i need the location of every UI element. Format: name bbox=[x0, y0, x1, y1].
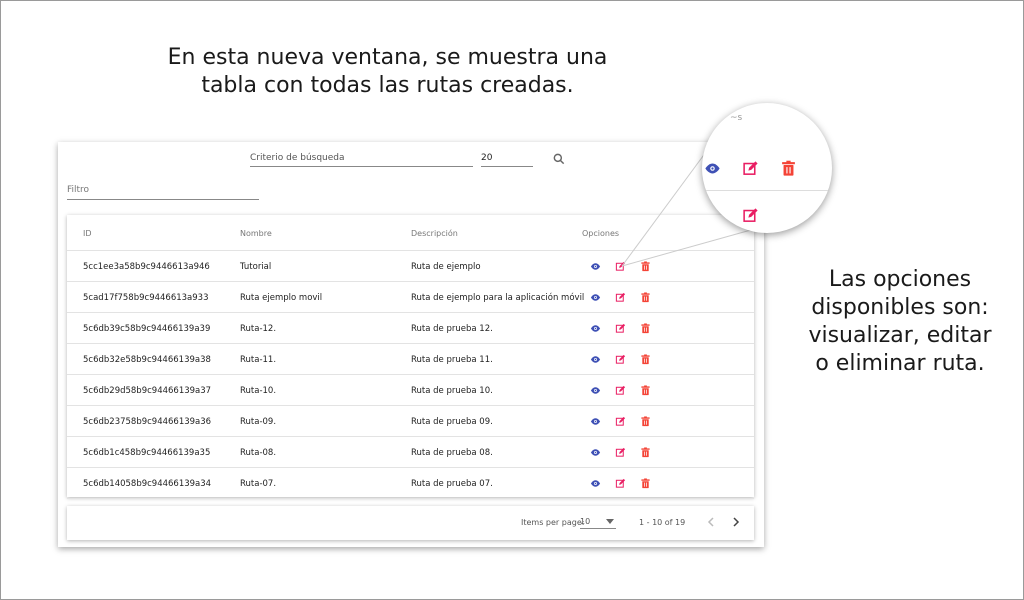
view-icon[interactable] bbox=[704, 160, 721, 177]
cropped-text-fragment: ~s bbox=[730, 113, 743, 123]
edit-icon[interactable] bbox=[742, 207, 759, 224]
lens-row-divider bbox=[702, 190, 832, 191]
zoom-connector-lines bbox=[621, 151, 759, 267]
delete-icon[interactable] bbox=[780, 160, 797, 177]
edit-icon[interactable] bbox=[742, 160, 759, 177]
zoom-magnifier: ~s bbox=[702, 103, 832, 233]
